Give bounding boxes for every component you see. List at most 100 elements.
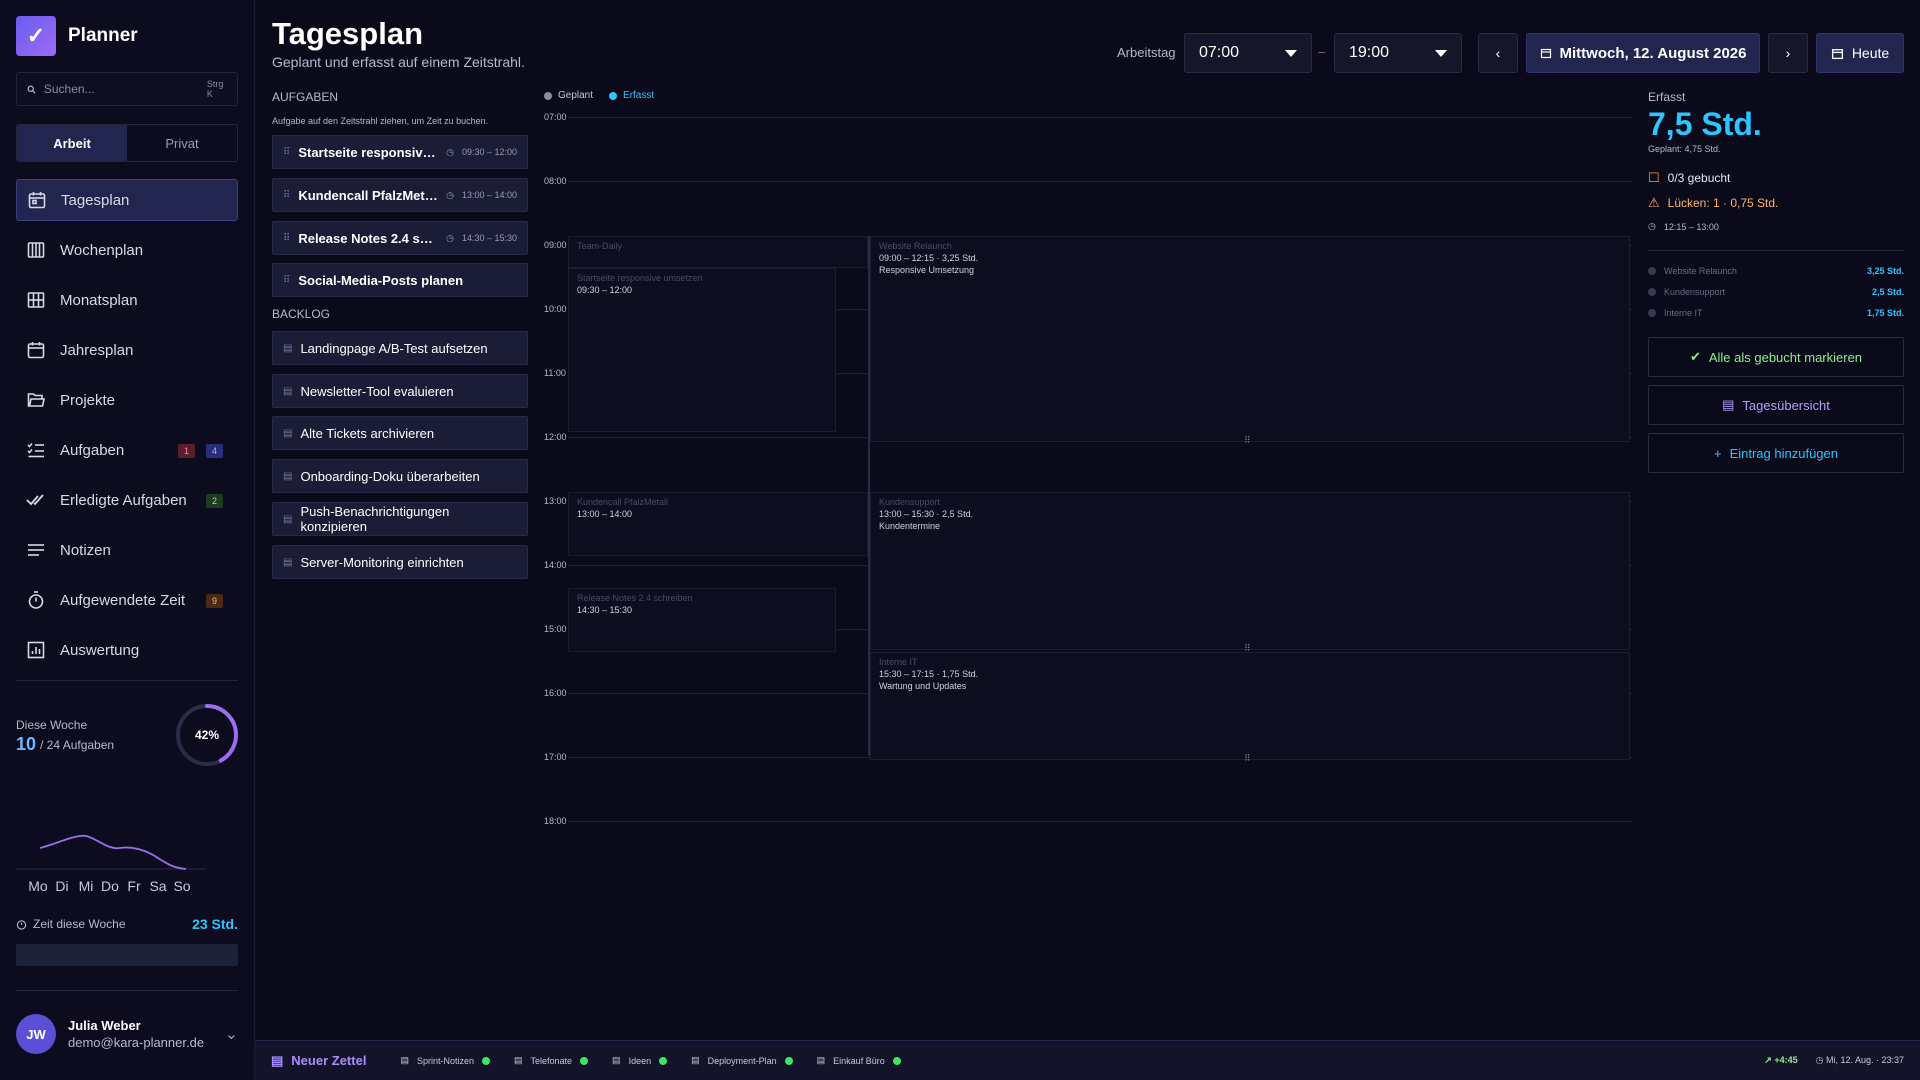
note-tab[interactable]: ▤ Deployment-Plan <box>691 1055 793 1066</box>
backlog-label: Push-Benachrichtigungen konzipieren <box>300 504 450 534</box>
block-desc: Responsive Umsetzung <box>879 265 975 275</box>
calendar-icon <box>1831 48 1843 59</box>
drag-handle-icon[interactable]: ⠿ <box>283 275 290 286</box>
segment-arbeit[interactable]: Arbeit <box>17 125 127 161</box>
drag-handle-icon[interactable]: ⠿ <box>283 233 290 244</box>
day-label: Mo <box>28 878 48 894</box>
add-entry-button[interactable]: + Eintrag hinzufügen <box>1648 433 1904 473</box>
checklist-icon <box>27 442 44 458</box>
plus-icon: + <box>1713 445 1722 461</box>
hour-gridline <box>568 181 1632 182</box>
checkbox-icon: ☐ <box>1648 170 1660 185</box>
note-icon: ▤ <box>283 427 293 439</box>
project-name: Interne IT <box>1664 308 1703 318</box>
resize-handle-icon[interactable]: ⠿ <box>1244 753 1251 764</box>
backlog-item[interactable]: ▤ Landingpage A/B-Test aufsetzen <box>272 331 528 365</box>
nav-label: Aufgaben <box>60 441 125 459</box>
workday-end-select[interactable]: 19:00 <box>1334 33 1462 73</box>
drag-handle-icon[interactable]: ⠿ <box>283 147 290 158</box>
folder-icon <box>27 393 45 407</box>
note-tab[interactable]: ▤ Ideen <box>612 1055 668 1066</box>
planned-block[interactable]: Kundencall PfalzMetall 13:00 – 14:00 <box>568 492 868 556</box>
workday-start-select[interactable]: 07:00 <box>1184 33 1312 73</box>
hour-label: 17:00 <box>544 752 567 762</box>
nav-item-jahresplan[interactable]: Jahresplan <box>16 329 238 371</box>
day-label: Do <box>101 878 119 894</box>
page-title: Tagesplan <box>272 16 424 51</box>
block-desc: Kundentermine <box>879 521 941 531</box>
warning-icon: ⚠ <box>1648 195 1660 210</box>
logged-block[interactable]: Kundensupport 13:00 – 15:30 · 2,5 Std. K… <box>870 492 1630 650</box>
search-input[interactable] <box>43 82 199 96</box>
task-item[interactable]: ⠿ Kundencall PfalzMetall ◷ 13:00 – 14:00 <box>272 178 528 212</box>
nav-item-aufgaben[interactable]: Aufgaben 1 4 <box>16 429 238 471</box>
stopwatch-icon <box>28 591 44 609</box>
date-picker-button[interactable]: Mittwoch, 12. August 2026 <box>1526 33 1760 73</box>
block-title: Kundencall PfalzMetall <box>577 497 669 507</box>
nav-label: Auswertung <box>60 641 140 659</box>
task-item[interactable]: ⠿ Social-Media-Posts planen <box>272 263 528 297</box>
chevron-right-icon: › <box>1785 45 1791 61</box>
hour-label: 12:00 <box>544 432 567 442</box>
chevron-left-icon: ‹ <box>1495 45 1501 61</box>
task-item[interactable]: ⠿ Release Notes 2.4 sch... ◷ 14:30 – 15:… <box>272 221 528 255</box>
block-time: 14:30 – 15:30 <box>577 605 633 615</box>
drag-handle-icon[interactable]: ⠿ <box>283 190 290 201</box>
range-separator: – <box>1318 44 1326 59</box>
app-logo[interactable]: ✓ Planner <box>16 16 138 56</box>
nav-item-notizen[interactable]: Notizen <box>16 529 238 571</box>
backlog-item[interactable]: ▤ Onboarding-Doku überarbeiten <box>272 459 528 493</box>
planned-block[interactable]: Team-Daily <box>568 236 868 268</box>
user-menu[interactable]: JW Julia Weber demo@kara-planner.de ⌄ <box>16 1014 238 1054</box>
nav-item-tagesplan[interactable]: Tagesplan <box>16 179 238 221</box>
page-subtitle: Geplant und erfasst auf einem Zeitstrahl… <box>272 54 525 70</box>
legend-planned: Geplant <box>544 90 593 101</box>
note-tab[interactable]: ▤ Einkauf Büro <box>817 1055 901 1066</box>
nav-item-projekte[interactable]: Projekte <box>16 379 238 421</box>
backlog-item[interactable]: ▤ Newsletter-Tool evaluieren <box>272 374 528 408</box>
nav-item-aufgewendete-zeit[interactable]: Aufgewendete Zeit 9 <box>16 579 238 621</box>
nav-item-erledigte-aufgaben[interactable]: Erledigte Aufgaben 2 <box>16 479 238 521</box>
hour-label: 15:00 <box>544 624 567 634</box>
nav-label: Monatsplan <box>60 291 138 309</box>
backlog-item[interactable]: ▤ Server-Monitoring einrichten <box>272 545 528 579</box>
planned-block[interactable]: Startseite responsive umsetzen 09:30 – 1… <box>568 268 836 432</box>
segment-privat[interactable]: Privat <box>127 125 237 161</box>
week-total: / 24 Aufgaben <box>40 738 115 752</box>
mark-all-booked-button[interactable]: ✔ Alle als gebucht markieren <box>1648 337 1904 377</box>
day-overview-button[interactable]: ▤ Tagesübersicht <box>1648 385 1904 425</box>
task-item[interactable]: ⠿ Startseite responsive ... ◷ 09:30 – 12… <box>272 135 528 169</box>
note-tab[interactable]: ▤ Sprint-Notizen <box>400 1055 490 1066</box>
note-icon: ▤ <box>283 342 293 354</box>
logged-block[interactable]: Interne IT 15:30 – 17:15 · 1,75 Std. War… <box>870 652 1630 760</box>
nav-item-monatsplan[interactable]: Monatsplan <box>16 279 238 321</box>
block-title: Team-Daily <box>577 241 623 251</box>
today-label: Heute <box>1851 45 1890 61</box>
backlog-item[interactable]: ▤ Alte Tickets archivieren <box>272 416 528 450</box>
nav-item-auswertung[interactable]: Auswertung <box>16 629 238 671</box>
next-day-button[interactable]: › <box>1768 33 1808 73</box>
block-title: Kundensupport <box>879 497 941 507</box>
new-note-button[interactable]: ▤ Neuer Zettel <box>271 1053 366 1069</box>
today-button[interactable]: Heute <box>1816 33 1904 73</box>
total-tasks-badge: 4 <box>206 444 224 458</box>
gaps-row: ⚠ Lücken: 1 · 0,75 Std. <box>1648 195 1778 211</box>
note-tab[interactable]: ▤ Telefonate <box>514 1055 589 1066</box>
week-sparkline <box>16 834 206 870</box>
start-value: 07:00 <box>1199 44 1240 61</box>
project-row: Kundensupport 2,5 Std. <box>1648 287 1904 297</box>
clock-icon: ◷ <box>446 146 454 157</box>
nav-label: Jahresplan <box>60 341 134 359</box>
logged-block[interactable]: Website Relaunch 09:00 – 12:15 · 3,25 St… <box>870 236 1630 442</box>
backlog-item[interactable]: ▤ Push-Benachrichtigungen konzipieren <box>272 502 528 536</box>
sidebar-divider <box>16 680 238 681</box>
nav-item-wochenplan[interactable]: Wochenplan <box>16 229 238 271</box>
prev-day-button[interactable]: ‹ <box>1478 33 1518 73</box>
planned-block[interactable]: Release Notes 2.4 schreiben 14:30 – 15:3… <box>568 588 836 652</box>
nav-label: Notizen <box>60 541 111 559</box>
project-name: Website Relaunch <box>1664 266 1737 276</box>
hour-label: 18:00 <box>544 816 567 826</box>
note-label: Telefonate <box>530 1055 573 1066</box>
user-email: demo@kara-planner.de <box>68 1035 205 1050</box>
resize-handle-icon[interactable]: ⠿ <box>1244 435 1251 446</box>
